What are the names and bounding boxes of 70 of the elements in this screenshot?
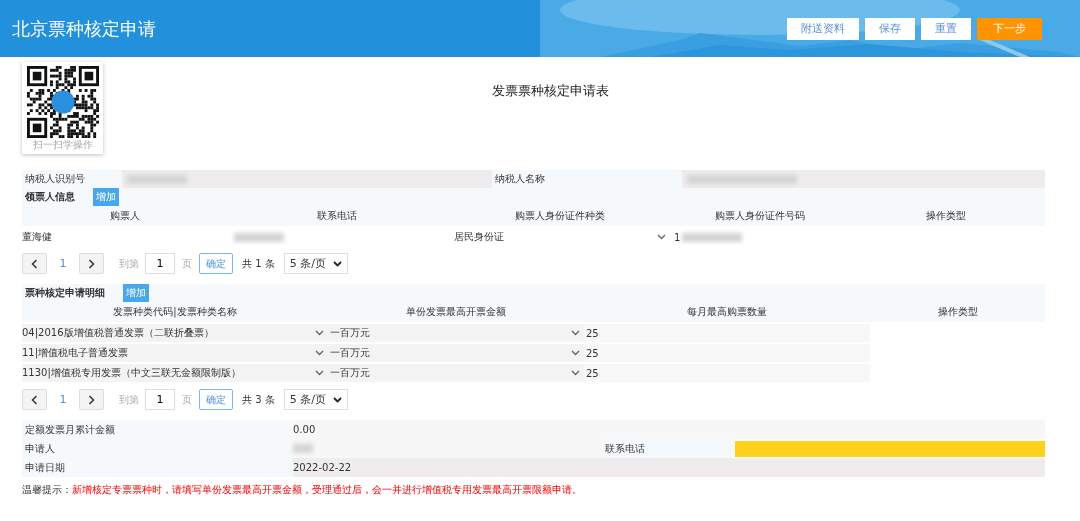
caret-icon <box>315 350 324 356</box>
table-cell: 1 <box>674 231 681 243</box>
field-label: 纳税人识别号 <box>22 170 122 188</box>
id-type-select[interactable]: 居民身份证 <box>446 228 674 246</box>
chevron-icon <box>31 258 38 269</box>
section-title: 票种核定申请明细 <box>25 286 105 300</box>
field-label: 联系电话 <box>605 439 735 458</box>
invoice-type-select[interactable]: 1130|增值税专用发票（中文三联无金额限制版） <box>22 364 328 382</box>
qr-code-icon <box>26 66 99 138</box>
next-page-button[interactable] <box>79 389 104 410</box>
total-count: 共 3 条 <box>242 392 275 407</box>
count-field[interactable]: 25 <box>584 364 870 382</box>
goto-label: 到第 <box>119 392 139 407</box>
quota-field: 0.00 <box>293 420 1045 439</box>
column-header: 操作类型 <box>924 209 967 223</box>
previous-page-button[interactable] <box>22 389 47 410</box>
amount-select[interactable]: 一百万元 <box>328 324 584 342</box>
confirm-button[interactable]: 确定 <box>199 253 233 274</box>
caret-icon <box>332 260 342 267</box>
chevron-icon <box>88 394 95 405</box>
column-header: 购票人 <box>109 209 141 223</box>
amount-select[interactable]: 一百万元 <box>328 364 584 382</box>
column-header: 操作类型 <box>936 305 979 319</box>
tip-text: 温馨提示：新增核定专票票种时，请填写单份发票最高开票金额，受理通过后，会一并进行增值税专用发票最高开票限额申请。 <box>22 483 583 497</box>
confirm-button[interactable]: 确定 <box>199 389 233 410</box>
caret-icon <box>657 234 666 240</box>
page-size-select[interactable]: 5 条/页 <box>283 253 348 274</box>
caret-icon <box>571 370 580 376</box>
table-cell-text: 董海健 <box>22 230 53 244</box>
blurred-value <box>234 232 284 242</box>
page-unit-label: 页 <box>182 392 192 407</box>
count-field[interactable]: 25 <box>584 344 870 362</box>
caret-icon <box>315 330 324 336</box>
phone-field[interactable] <box>735 440 1045 457</box>
column-header: 单份发票最高开票金额 <box>405 305 507 319</box>
caret-icon <box>571 330 580 336</box>
invoice-type-select[interactable]: 11|增值税电子普通发票 <box>22 344 328 362</box>
column-header: 联系电话 <box>316 209 358 223</box>
goto-label: 到第 <box>119 256 139 271</box>
form-title: 发票票种核定申请表 <box>492 83 609 98</box>
count-field[interactable]: 25 <box>584 324 870 342</box>
caret-icon <box>571 350 580 356</box>
column-header: 购票人身份证件号码 <box>714 209 806 223</box>
page-input[interactable]: 1 <box>145 389 175 410</box>
chevron-icon <box>88 258 95 269</box>
column-header: 发票种类代码|发票种类名称 <box>112 305 238 319</box>
chevron-icon <box>31 394 38 405</box>
next-page-button[interactable] <box>79 253 104 274</box>
caret-icon <box>332 396 342 403</box>
field-label: 申请人 <box>22 439 293 458</box>
blurred-value <box>682 232 743 242</box>
field-label: 纳税人名称 <box>492 170 682 188</box>
date-field: 2022-02-22 <box>293 458 1045 477</box>
page-title: 北京票种核定申请 <box>12 16 156 41</box>
page-input[interactable]: 1 <box>145 253 175 274</box>
column-header: 每月最高购票数量 <box>686 305 768 319</box>
page-size-select[interactable]: 5 条/页 <box>283 389 348 410</box>
section-title: 领票人信息 <box>25 190 75 204</box>
header-button[interactable]: 保存 <box>865 17 915 40</box>
previous-page-button[interactable] <box>22 253 47 274</box>
field-label: 定额发票月累计金额 <box>22 420 293 439</box>
caret-icon <box>315 370 324 376</box>
column-header: 购票人身份证件种类 <box>514 209 606 223</box>
header-button[interactable]: 重置 <box>921 17 971 40</box>
page-unit-label: 页 <box>182 256 192 271</box>
field-label: 申请日期 <box>22 458 293 477</box>
header-button[interactable]: 附送资料 <box>787 17 859 40</box>
total-count: 共 1 条 <box>242 256 275 271</box>
amount-select[interactable]: 一百万元 <box>328 344 584 362</box>
invoice-type-select[interactable]: 04|2016版增值税普通发票（二联折叠票） <box>22 324 328 342</box>
